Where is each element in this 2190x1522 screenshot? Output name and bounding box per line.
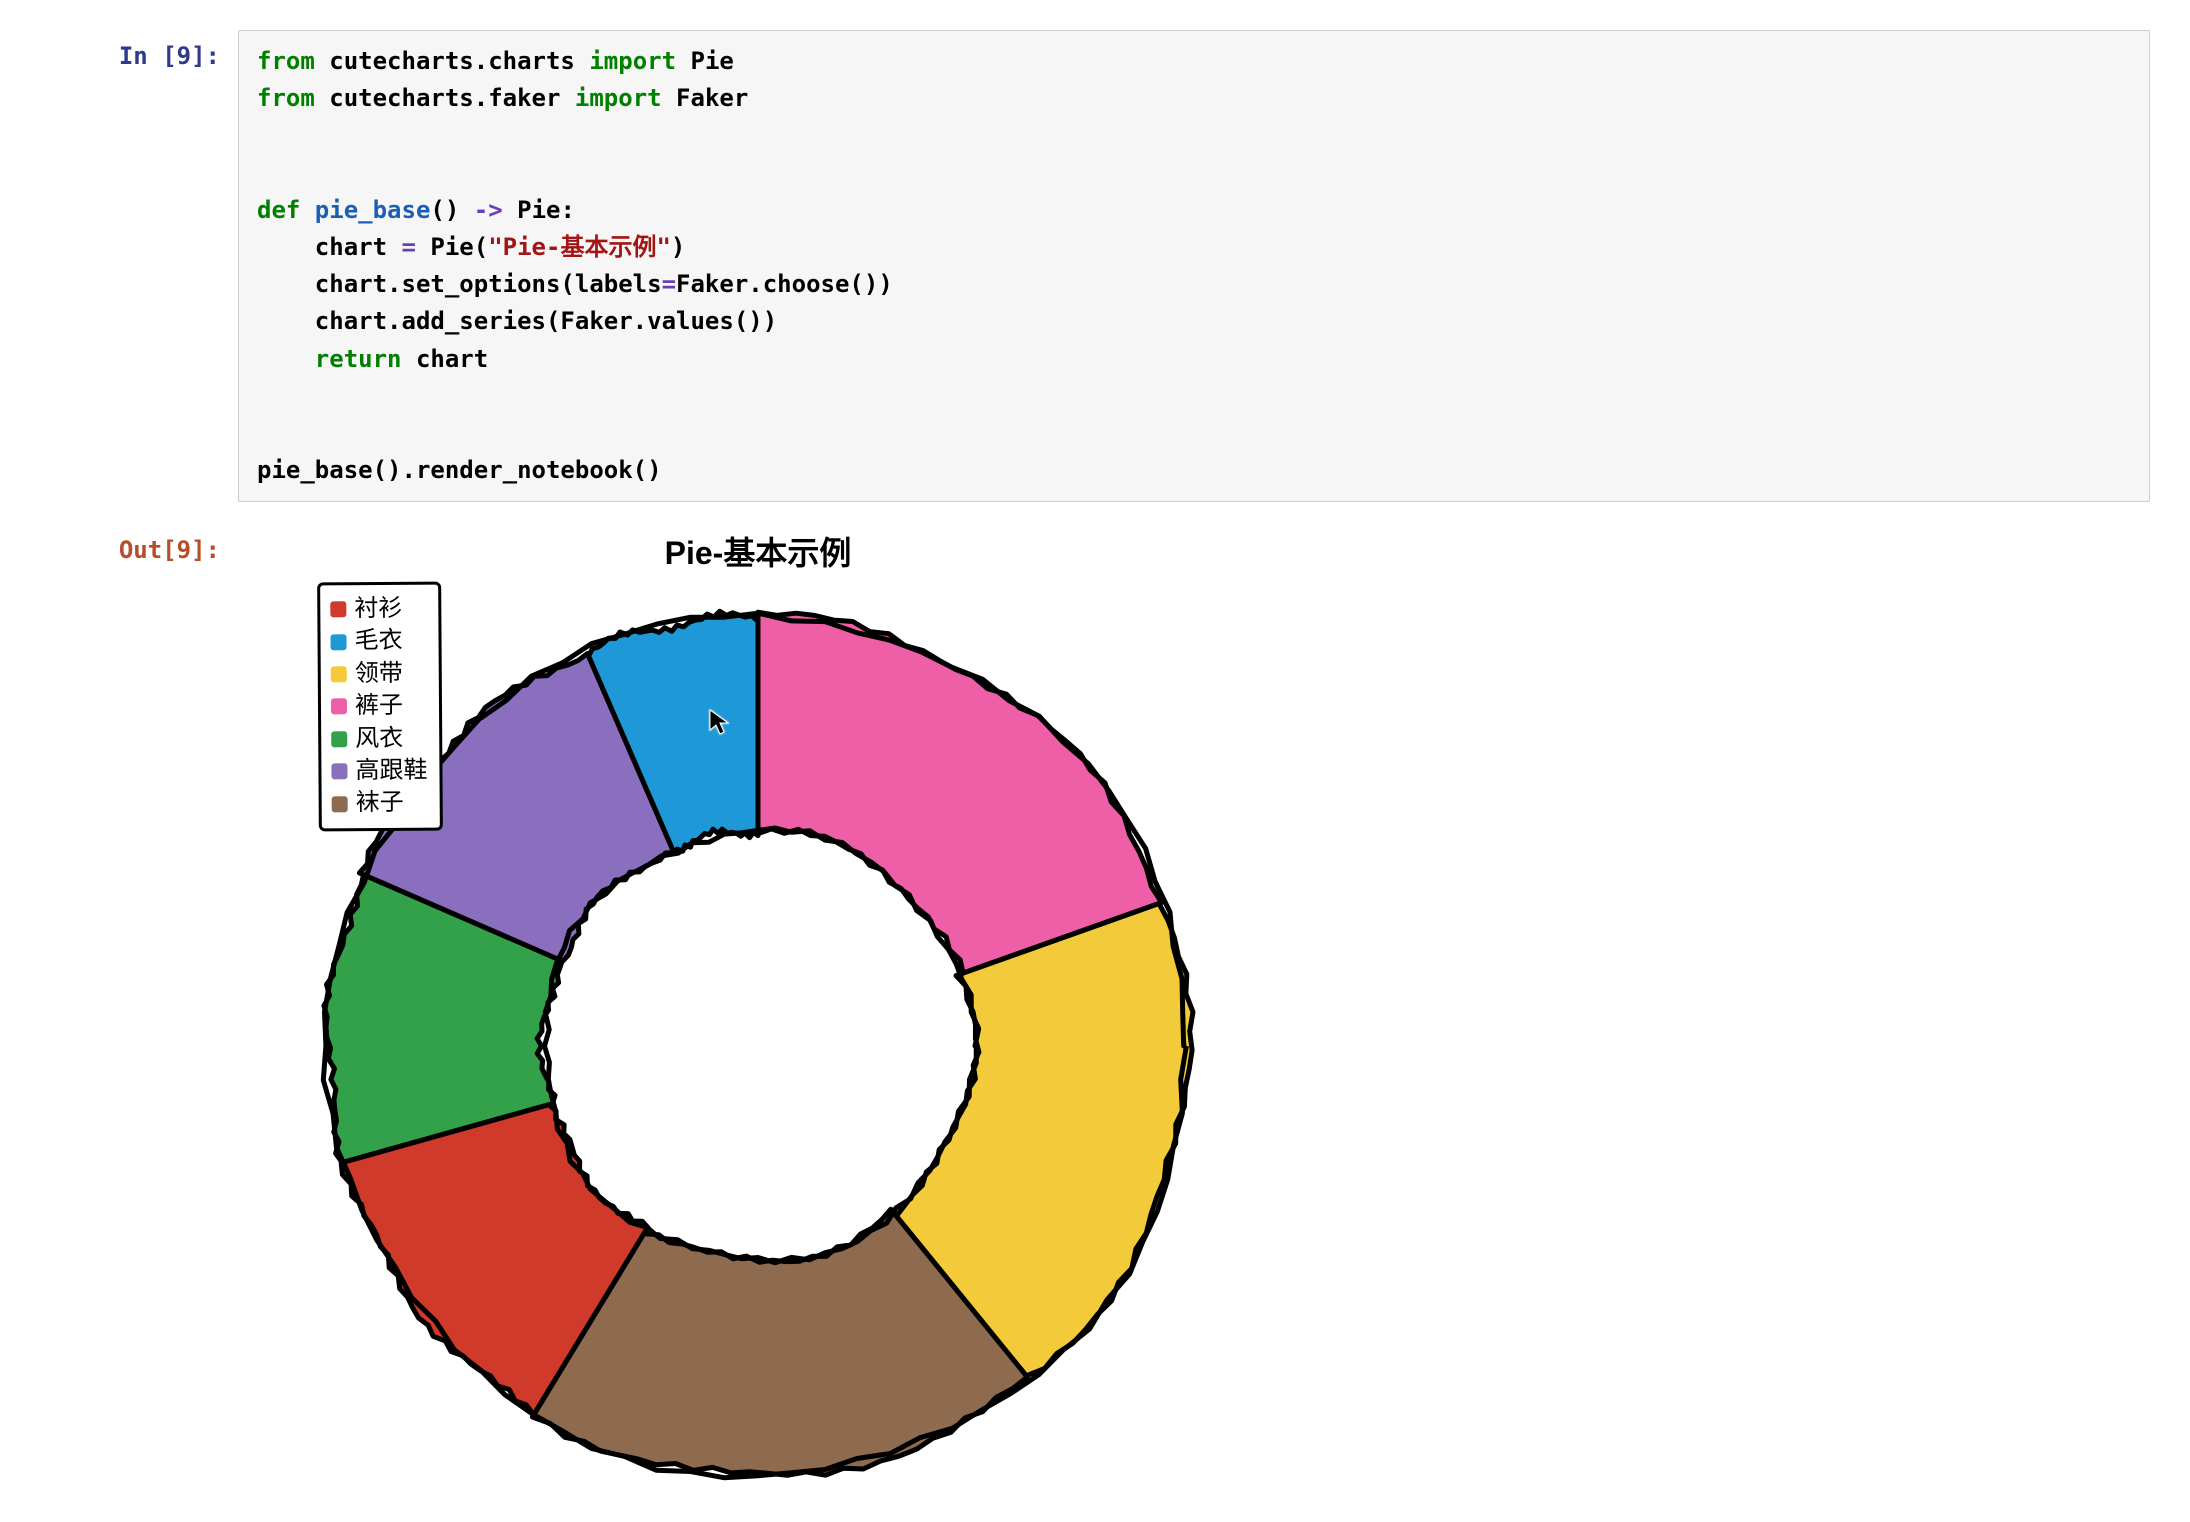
- output-cell: Out[9]: Pie-基本示例 衬衫毛衣领带裤子风衣高跟鞋袜子: [40, 524, 2150, 1506]
- legend-label: 毛衣: [354, 625, 402, 658]
- pie-slice-裤子[interactable]: [758, 612, 1162, 973]
- legend-item[interactable]: 裤子: [331, 690, 427, 723]
- legend-label: 高跟鞋: [355, 755, 427, 788]
- legend-item[interactable]: 毛衣: [330, 625, 426, 658]
- legend-item[interactable]: 领带: [331, 658, 427, 691]
- legend-label: 衬衫: [354, 593, 402, 626]
- legend-label: 领带: [355, 658, 403, 691]
- input-cell: In [9]: from cutecharts.charts import Pi…: [40, 30, 2150, 502]
- legend-swatch: [330, 634, 346, 650]
- legend-swatch: [331, 666, 347, 682]
- legend-item[interactable]: 袜子: [332, 787, 428, 820]
- chart-title: Pie-基本示例: [278, 528, 1238, 574]
- legend-item[interactable]: 高跟鞋: [331, 755, 427, 788]
- legend-swatch: [330, 602, 346, 618]
- kw-from: from: [257, 47, 315, 75]
- in-prompt: In [9]:: [40, 30, 238, 70]
- legend-swatch: [331, 764, 347, 780]
- legend-label: 裤子: [355, 690, 403, 723]
- legend-swatch: [332, 796, 348, 812]
- code-editor[interactable]: from cutecharts.charts import Pie from c…: [238, 30, 2150, 502]
- chart-container: Pie-基本示例 衬衫毛衣领带裤子风衣高跟鞋袜子: [278, 528, 1238, 1506]
- legend-label: 风衣: [355, 723, 403, 756]
- legend-swatch: [331, 731, 347, 747]
- output-area: Pie-基本示例 衬衫毛衣领带裤子风衣高跟鞋袜子: [238, 524, 2150, 1506]
- chart-legend[interactable]: 衬衫毛衣领带裤子风衣高跟鞋袜子: [317, 582, 443, 832]
- out-prompt: Out[9]:: [40, 524, 238, 564]
- legend-swatch: [331, 699, 347, 715]
- legend-label: 袜子: [356, 787, 404, 820]
- legend-item[interactable]: 风衣: [331, 722, 427, 755]
- legend-item[interactable]: 衬衫: [330, 593, 426, 626]
